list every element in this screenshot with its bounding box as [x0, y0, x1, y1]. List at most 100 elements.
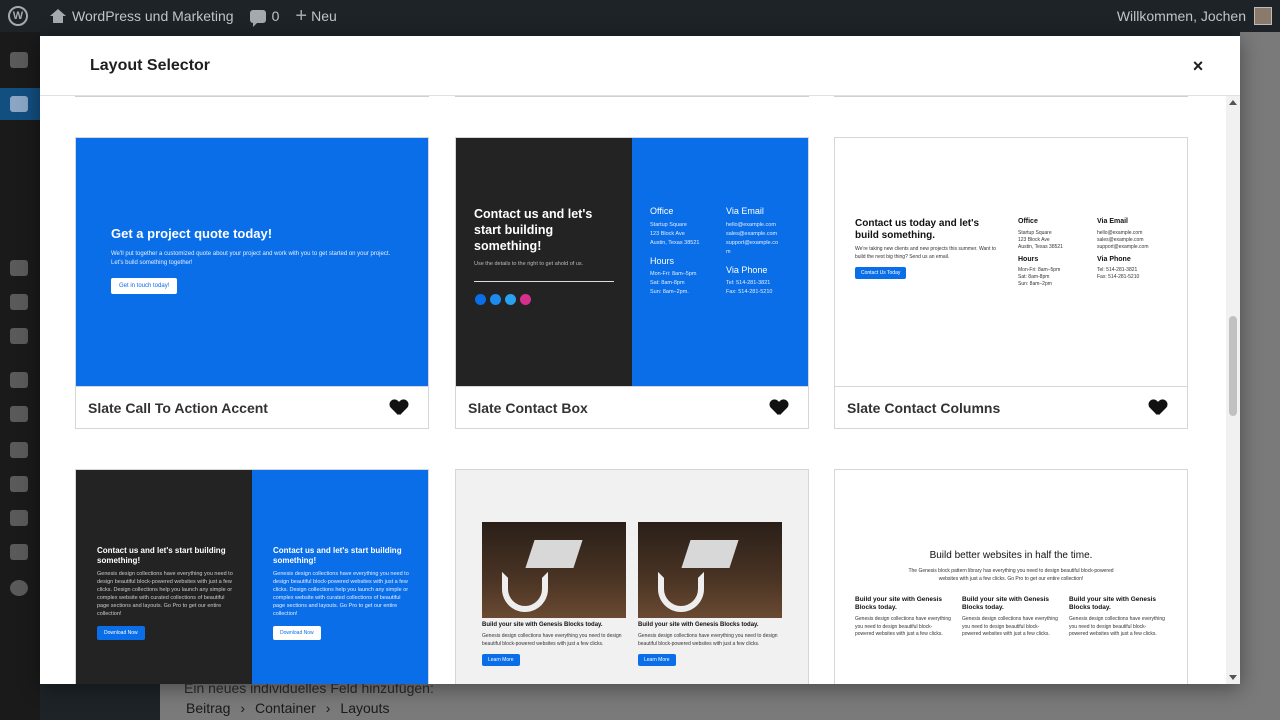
- preview-text: We're taking new clients and new project…: [855, 246, 997, 260]
- close-button[interactable]: ×: [1186, 54, 1210, 78]
- scrollbar-thumb[interactable]: [1229, 316, 1237, 416]
- feedback-icon[interactable]: [10, 442, 28, 458]
- collapse-icon[interactable]: [10, 580, 28, 596]
- phone-line: Tel: 514-281-3821: [726, 280, 771, 286]
- users-icon[interactable]: [10, 476, 28, 492]
- preview-button: Learn More: [638, 654, 676, 666]
- new-content-button[interactable]: + Neu: [287, 0, 344, 32]
- plus-icon: +: [295, 5, 308, 27]
- preview-col-heading: Build your site with Genesis Blocks toda…: [962, 596, 1050, 611]
- favorite-heart-icon[interactable]: [770, 400, 788, 416]
- office-line: Austin, Texas 38521: [1018, 244, 1063, 250]
- preview-col-heading: Build your site with Genesis Blocks toda…: [855, 596, 943, 611]
- layout-card[interactable]: Build your site with Genesis Blocks toda…: [455, 469, 809, 684]
- preview-heading: Build your site with Genesis Blocks toda…: [638, 622, 759, 628]
- layout-preview[interactable]: Contact us and let's start building some…: [76, 470, 428, 684]
- phone-label: Via Phone: [1097, 256, 1131, 263]
- laptop-image-detail: [525, 540, 583, 568]
- breadcrumb-separator: ›: [240, 700, 246, 716]
- dashboard-icon[interactable]: [10, 52, 28, 68]
- wordpress-icon: [475, 294, 486, 305]
- layout-card[interactable]: Get a project quote today! We'll put tog…: [75, 137, 429, 429]
- email-line: sales@example.com: [726, 231, 778, 237]
- twitter-icon: [505, 294, 516, 305]
- pin-icon: [10, 96, 28, 112]
- phone-line: Fax: 514-281-5210: [1097, 274, 1140, 280]
- media-icon[interactable]: [10, 260, 28, 276]
- card-title: Slate Call To Action Accent: [88, 399, 268, 416]
- layout-preview[interactable]: Get a project quote today! We'll put tog…: [76, 138, 428, 386]
- scroll-down-icon[interactable]: [1229, 675, 1237, 680]
- email-line: support@example.com: [1097, 244, 1149, 250]
- preview-text: Genesis design collections have everythi…: [97, 571, 233, 617]
- preview-button: Download Now: [97, 626, 145, 640]
- welcome-text: Willkommen, Jochen: [1116, 8, 1246, 24]
- comments-link[interactable]: 0: [242, 0, 288, 32]
- layout-card[interactable]: Contact us and let's start building some…: [455, 137, 809, 429]
- settings-icon[interactable]: [10, 544, 28, 560]
- email-label: Via Email: [726, 206, 764, 216]
- comments-icon[interactable]: [10, 328, 28, 344]
- chair-image-detail: [658, 572, 704, 612]
- comment-icon: [249, 9, 266, 27]
- favorite-heart-icon[interactable]: [1149, 400, 1167, 416]
- home-icon: [50, 9, 66, 23]
- office-label: Office: [650, 206, 674, 216]
- preview-heading: Contact us and let's start building some…: [273, 546, 402, 565]
- office-line: 123 Block Ave: [650, 231, 685, 237]
- hours-line: Sat: 8am-8pm: [650, 280, 685, 286]
- tools-icon[interactable]: [10, 510, 28, 526]
- preview-button: Learn More: [482, 654, 520, 666]
- breadcrumb-item[interactable]: Container: [255, 700, 316, 716]
- preview-text: Genesis design collections have everythi…: [482, 633, 622, 647]
- appearance-icon[interactable]: [10, 372, 28, 388]
- editor-sidebar-dimmed: [1240, 32, 1280, 720]
- office-label: Office: [1018, 218, 1038, 225]
- layout-card[interactable]: Contact us and let's start building some…: [75, 469, 429, 684]
- new-label: Neu: [311, 8, 337, 24]
- preview-text: We'll put together a customized quote ab…: [111, 251, 391, 266]
- instagram-icon: [520, 294, 531, 305]
- layout-card[interactable]: Contact us today and let's build somethi…: [834, 137, 1188, 429]
- wp-logo-button[interactable]: W: [0, 0, 36, 32]
- site-name-link[interactable]: WordPress und Marketing: [36, 0, 242, 32]
- admin-bar: W WordPress und Marketing 0 + Neu Willko…: [0, 0, 1280, 32]
- plugins-icon[interactable]: [10, 406, 28, 422]
- modal-scrollbar[interactable]: [1226, 96, 1240, 684]
- preview-heading: Build better websites in half the time.: [929, 550, 1093, 561]
- layout-preview[interactable]: Build better websites in half the time. …: [835, 470, 1187, 684]
- scroll-up-icon[interactable]: [1229, 100, 1237, 105]
- card-footer: Slate Contact Columns: [835, 386, 1187, 428]
- layout-preview[interactable]: Contact us today and let's build somethi…: [835, 138, 1187, 386]
- user-account-menu[interactable]: Willkommen, Jochen: [1109, 0, 1280, 32]
- card-title: Slate Contact Columns: [847, 399, 1001, 416]
- card-title: Slate Contact Box: [468, 399, 588, 416]
- site-name: WordPress und Marketing: [72, 8, 234, 24]
- preview-heading: Contact us today and let's build somethi…: [855, 218, 980, 241]
- breadcrumb-item[interactable]: Layouts: [340, 700, 389, 716]
- preview-button: Download Now: [273, 626, 321, 640]
- phone-label: Via Phone: [726, 265, 768, 275]
- phone-line: Fax: 514-281-5210: [726, 289, 773, 295]
- card-footer: Slate Contact Box: [456, 386, 808, 428]
- layout-grid: Get a project quote today! We'll put tog…: [40, 96, 1240, 684]
- hours-line: Mon-Fri: 8am–5pm: [650, 271, 697, 277]
- layout-preview[interactable]: Build your site with Genesis Blocks toda…: [456, 470, 808, 684]
- previous-row-edge: [834, 96, 1188, 97]
- modal-header: Layout Selector ×: [40, 36, 1240, 96]
- layout-card[interactable]: Build better websites in half the time. …: [834, 469, 1188, 684]
- breadcrumb-item[interactable]: Beitrag: [186, 700, 230, 716]
- preview-text: Genesis design collections have everythi…: [638, 633, 778, 647]
- favorite-heart-icon[interactable]: [390, 400, 408, 416]
- layout-selector-modal: Layout Selector × Get a project quote to…: [40, 36, 1240, 684]
- preview-text: The Genesis block pattern library has ev…: [908, 568, 1114, 582]
- preview-divider: [474, 281, 614, 282]
- comments-count: 0: [271, 8, 280, 24]
- wordpress-icon: W: [8, 6, 28, 26]
- modal-title: Layout Selector: [90, 56, 211, 74]
- preview-heading: Build your site with Genesis Blocks toda…: [482, 622, 603, 628]
- preview-image: [482, 522, 626, 618]
- layout-preview[interactable]: Contact us and let's start building some…: [456, 138, 808, 386]
- preview-col-text: Genesis design collections have everythi…: [962, 616, 1058, 637]
- pages-icon[interactable]: [10, 294, 28, 310]
